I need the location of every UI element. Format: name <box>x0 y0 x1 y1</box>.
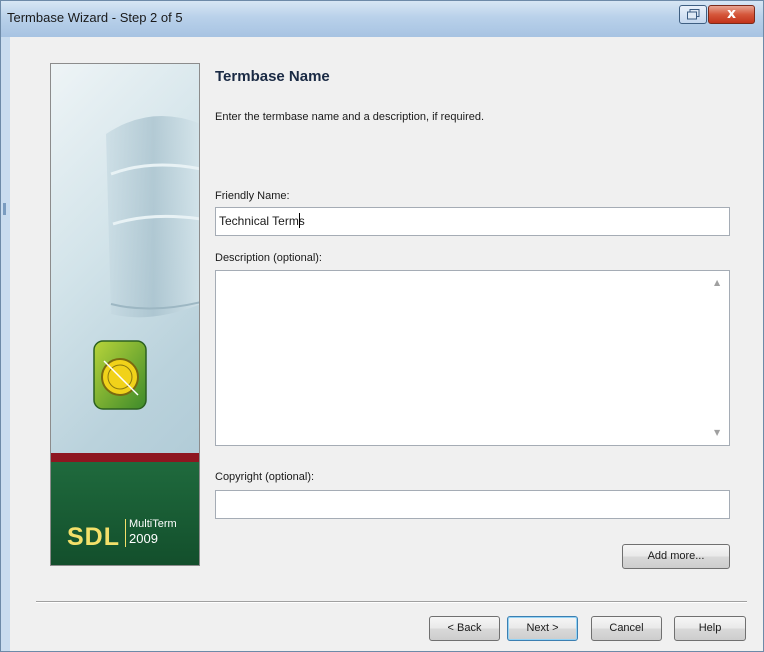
wizard-body: SDL MultiTerm 2009 Termbase Name Enter t… <box>10 37 763 651</box>
next-button[interactable]: Next > <box>507 616 578 641</box>
logo-divider <box>125 519 126 547</box>
restore-button[interactable] <box>679 5 707 24</box>
sdl-logo-text: SDL <box>67 523 120 551</box>
description-label: Description (optional): <box>215 252 322 264</box>
page-instructions: Enter the termbase name and a descriptio… <box>215 111 485 123</box>
copyright-label: Copyright (optional): <box>215 471 315 483</box>
restore-icon <box>687 9 700 20</box>
window-left-edge <box>1 37 10 651</box>
wizard-sidebar-banner: SDL MultiTerm 2009 <box>50 63 200 566</box>
friendly-name-value: Technical Terms <box>219 214 305 228</box>
add-more-button[interactable]: Add more... <box>622 544 730 569</box>
termbase-wizard-window: Termbase Wizard - Step 2 of 5 x SDL Mult… <box>0 0 764 652</box>
friendly-name-input[interactable]: Technical Terms <box>215 207 730 236</box>
back-button[interactable]: < Back <box>429 616 500 641</box>
edge-marker <box>3 203 6 215</box>
help-button[interactable]: Help <box>674 616 746 641</box>
title-bar[interactable]: Termbase Wizard - Step 2 of 5 x <box>1 1 763 37</box>
product-year-text: 2009 <box>129 531 158 546</box>
text-caret <box>299 213 300 228</box>
scroll-down-icon[interactable]: ▼ <box>714 428 720 437</box>
product-name-text: MultiTerm <box>129 518 177 530</box>
close-icon: x <box>726 6 737 22</box>
window-title: Termbase Wizard - Step 2 of 5 <box>7 10 183 25</box>
red-band <box>51 453 199 462</box>
footer-divider <box>36 601 747 603</box>
friendly-name-label: Friendly Name: <box>215 190 290 202</box>
cancel-button[interactable]: Cancel <box>591 616 662 641</box>
sdl-multiterm-logo-panel: SDL MultiTerm 2009 <box>51 462 199 565</box>
copyright-input[interactable] <box>215 490 730 519</box>
close-button[interactable]: x <box>708 5 755 24</box>
scroll-up-icon[interactable]: ▲ <box>714 278 720 287</box>
multiterm-app-icon <box>93 340 147 410</box>
description-textarea[interactable]: ▲ ▼ <box>215 270 730 446</box>
page-title: Termbase Name <box>215 68 330 85</box>
